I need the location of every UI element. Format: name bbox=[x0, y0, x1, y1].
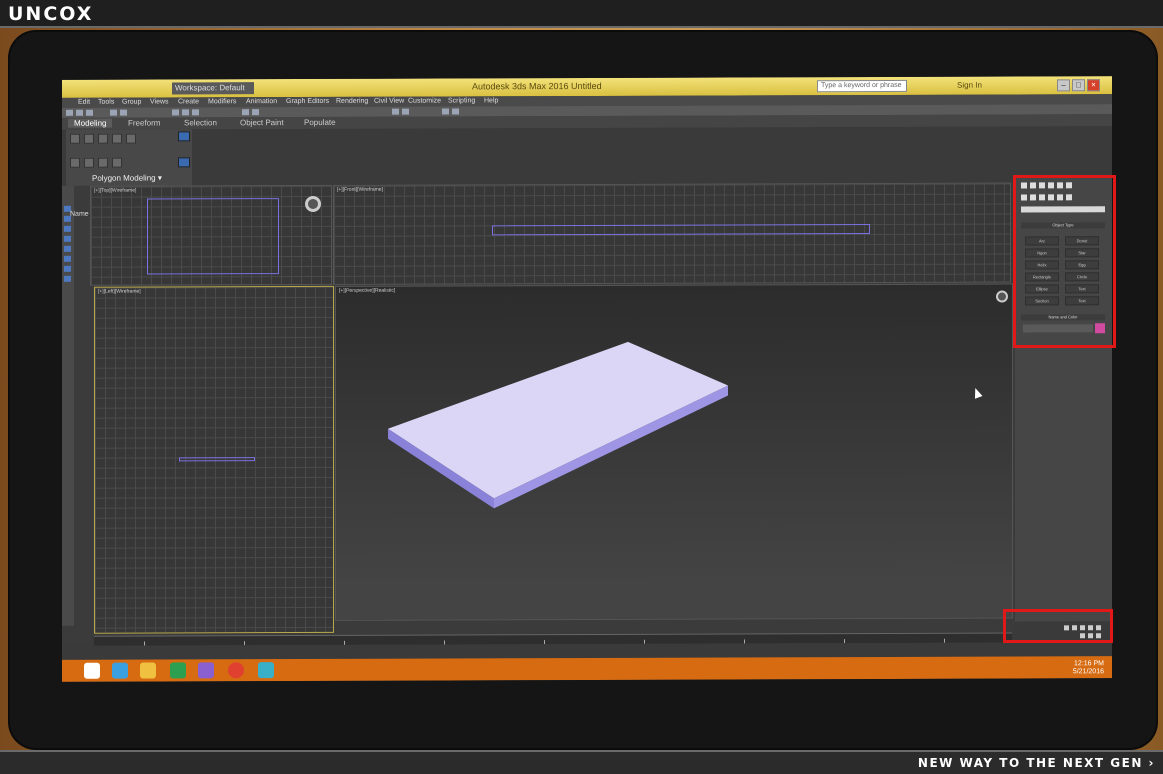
screen: Workspace: Default Autodesk 3ds Max 2016… bbox=[62, 76, 1112, 682]
sign-in-link[interactable]: Sign In bbox=[957, 81, 982, 90]
windows-taskbar: 12:16 PM 5/21/2016 bbox=[62, 656, 1112, 682]
collapse-stack-icon[interactable] bbox=[98, 157, 108, 168]
mail-icon[interactable] bbox=[198, 662, 214, 679]
maximize-button[interactable]: □ bbox=[1072, 79, 1085, 92]
align-icon[interactable] bbox=[402, 108, 409, 115]
start-icon[interactable] bbox=[84, 662, 100, 679]
bottom-bar: NEW WAY TO THE NEXT GEN › bbox=[0, 750, 1163, 774]
command-panel-highlight bbox=[1013, 175, 1116, 348]
undo-icon[interactable] bbox=[66, 109, 73, 116]
menu-scripting[interactable]: Scripting bbox=[448, 97, 475, 104]
menu-views[interactable]: Views bbox=[150, 98, 169, 105]
ribbon-body bbox=[62, 126, 1112, 186]
display-shapes-icon[interactable] bbox=[64, 225, 71, 232]
article-frame: UNCOX Workspace: Default Autodesk 3ds Ma… bbox=[0, 0, 1163, 774]
display-helpers-icon[interactable] bbox=[64, 255, 71, 262]
rotate-icon[interactable] bbox=[182, 109, 189, 116]
menu-animation[interactable]: Animation bbox=[246, 98, 277, 105]
viewport-perspective[interactable]: [+][Perspective][Realistic] bbox=[335, 283, 1014, 622]
clock-time: 12:16 PM bbox=[1074, 660, 1104, 668]
angle-snap-icon[interactable] bbox=[252, 109, 259, 116]
navigation-cube-icon[interactable] bbox=[996, 290, 1008, 303]
quickslice-icon[interactable] bbox=[178, 157, 190, 168]
move-icon[interactable] bbox=[172, 109, 179, 116]
render-setup-icon[interactable] bbox=[442, 108, 449, 115]
mirror-icon[interactable] bbox=[392, 108, 399, 115]
redo-icon[interactable] bbox=[76, 109, 83, 116]
top-bar: UNCOX bbox=[0, 0, 1163, 28]
tagline[interactable]: NEW WAY TO THE NEXT GEN › bbox=[918, 756, 1155, 770]
select-icon[interactable] bbox=[110, 109, 117, 116]
viewport-left[interactable]: [+][Left][Wireframe] bbox=[94, 285, 334, 634]
select-region-icon[interactable] bbox=[120, 109, 127, 116]
workspace-dropdown[interactable]: Workspace: Default bbox=[172, 82, 254, 95]
viewport-top[interactable]: [+][Top][Wireframe] bbox=[90, 184, 332, 286]
viewport-top-label[interactable]: [+][Top][Wireframe] bbox=[94, 188, 136, 194]
plane-left-view[interactable] bbox=[179, 457, 255, 462]
viewport-front[interactable]: [+][Front][Wireframe] bbox=[333, 182, 1011, 285]
swift-loop-icon[interactable] bbox=[178, 131, 190, 142]
scale-icon[interactable] bbox=[192, 109, 199, 116]
viewport-front-label[interactable]: [+][Front][Wireframe] bbox=[337, 187, 383, 193]
element-icon[interactable] bbox=[126, 133, 136, 144]
polygon-icon[interactable] bbox=[112, 133, 122, 144]
render-icon[interactable] bbox=[452, 108, 459, 115]
edge-icon[interactable] bbox=[84, 133, 94, 144]
polygon-modeling-label[interactable]: Polygon Modeling ▾ bbox=[92, 173, 162, 182]
menu-rendering[interactable]: Rendering bbox=[336, 98, 368, 105]
scene-explorer-name-column[interactable]: Name bbox=[70, 211, 89, 218]
scene-explorer-strip bbox=[62, 185, 74, 626]
display-cameras-icon[interactable] bbox=[64, 245, 71, 252]
close-button[interactable]: × bbox=[1087, 79, 1100, 92]
snap-icon[interactable] bbox=[242, 109, 249, 116]
clock-date: 5/21/2016 bbox=[1072, 668, 1104, 676]
minimize-button[interactable]: – bbox=[1057, 79, 1070, 92]
menu-modifiers[interactable]: Modifiers bbox=[208, 98, 236, 105]
tab-freeform[interactable]: Freeform bbox=[128, 118, 160, 127]
menu-group[interactable]: Group bbox=[122, 99, 141, 106]
3ds-max-icon[interactable] bbox=[258, 662, 274, 679]
plane-object[interactable] bbox=[336, 285, 1014, 622]
menu-tools[interactable]: Tools bbox=[98, 99, 114, 106]
menu-help[interactable]: Help bbox=[484, 97, 498, 104]
display-lights-icon[interactable] bbox=[64, 235, 71, 242]
menu-graph-editors[interactable]: Graph Editors bbox=[286, 98, 329, 105]
toggle-command-panel-icon[interactable] bbox=[112, 157, 122, 168]
animation-controls-highlight bbox=[1003, 609, 1113, 643]
vertex-icon[interactable] bbox=[70, 133, 80, 144]
brand-logo[interactable]: UNCOX bbox=[8, 3, 93, 25]
chrome-icon[interactable] bbox=[228, 662, 244, 679]
link-icon[interactable] bbox=[86, 109, 93, 116]
tab-selection[interactable]: Selection bbox=[184, 118, 217, 127]
menu-customize[interactable]: Customize bbox=[408, 98, 441, 105]
tab-object-paint[interactable]: Object Paint bbox=[240, 118, 284, 127]
menu-edit[interactable]: Edit bbox=[78, 99, 90, 106]
border-icon[interactable] bbox=[98, 133, 108, 144]
system-clock[interactable]: 12:16 PM 5/21/2016 bbox=[1073, 660, 1104, 676]
tab-modeling[interactable]: Modeling bbox=[68, 118, 113, 128]
display-warps-icon[interactable] bbox=[64, 265, 71, 272]
file-explorer-icon[interactable] bbox=[140, 662, 156, 679]
viewcube-icon[interactable] bbox=[305, 195, 321, 212]
edit-poly-icon[interactable] bbox=[84, 157, 94, 168]
store-icon[interactable] bbox=[170, 662, 186, 679]
search-input[interactable]: Type a keyword or phrase bbox=[817, 79, 907, 93]
display-groups-icon[interactable] bbox=[64, 275, 71, 282]
ie-icon[interactable] bbox=[112, 662, 128, 679]
menu-create[interactable]: Create bbox=[178, 98, 199, 105]
window-title: Autodesk 3ds Max 2016 Untitled bbox=[472, 80, 602, 92]
plane-front-view[interactable] bbox=[492, 224, 870, 236]
plane-top-view[interactable] bbox=[147, 198, 279, 275]
modify-mode-icon[interactable] bbox=[70, 157, 80, 168]
tab-populate[interactable]: Populate bbox=[304, 118, 336, 127]
viewport-left-label[interactable]: [+][Left][Wireframe] bbox=[98, 289, 141, 295]
menu-civil-view[interactable]: Civil View bbox=[374, 98, 404, 105]
